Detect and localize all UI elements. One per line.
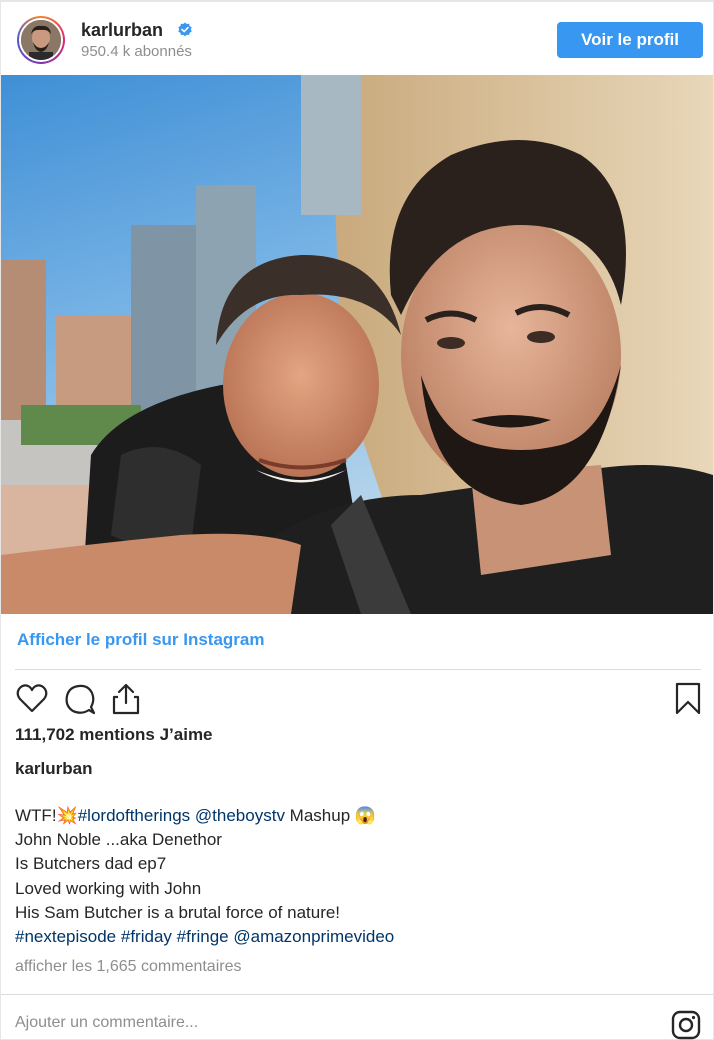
view-profile-button[interactable]: Voir le profil [557,22,703,58]
avatar[interactable] [17,16,65,64]
divider [15,669,701,670]
scream-emoji: 😱 [354,806,377,825]
like-count: 111,702 mentions J’aime [15,725,213,744]
follower-count: 950.4 k abonnés [81,43,192,60]
instagram-embed-card: karlurban 950.4 k abonnés Voir le profil [0,0,714,1040]
caption-line: John Noble ...aka Denethor [15,830,222,850]
comment-icon[interactable] [63,682,97,716]
verified-badge-icon [178,22,192,37]
post-caption: WTF!💥#lordoftherings @theboystv Mashup 😱… [15,804,695,949]
instagram-logo-icon[interactable] [671,1010,701,1040]
caption-line: WTF!💥#lordoftherings @theboystv Mashup 😱 [15,804,695,828]
caption-line: #nextepisode #friday #fringe @amazonprim… [15,925,695,949]
divider [1,994,713,995]
caption-line: Loved working with John [15,878,202,898]
hashtag-link[interactable]: #fringe [177,927,229,946]
post-photo[interactable] [1,75,713,614]
share-icon[interactable] [109,682,143,716]
hashtag-link[interactable]: #friday [121,927,172,946]
bookmark-icon[interactable] [671,682,705,716]
post-header: karlurban 950.4 k abonnés Voir le profil [1,2,713,74]
hashtag-link[interactable]: #nextepisode [15,927,116,946]
post-author[interactable]: karlurban [15,759,92,779]
heart-icon[interactable] [15,682,49,716]
caption-text: Mashup [284,806,355,825]
caption-line: His Sam Butcher is a brutal force of nat… [15,902,341,922]
caption-text: WTF! [15,806,57,825]
view-comments-link[interactable]: afficher les 1,665 commentaires [15,958,241,976]
collision-emoji: 💥 [56,806,78,825]
hashtag-link[interactable]: #lordoftherings [78,806,190,825]
mention-link[interactable]: @theboystv [195,806,285,825]
username[interactable]: karlurban [81,20,163,41]
view-profile-on-instagram-link[interactable]: Afficher le profil sur Instagram [17,630,265,650]
add-comment-field[interactable]: Ajouter un commentaire... [15,1014,615,1032]
mention-link[interactable]: @amazonprimevideo [233,927,394,946]
caption-line: Is Butchers dad ep7 [15,854,167,874]
